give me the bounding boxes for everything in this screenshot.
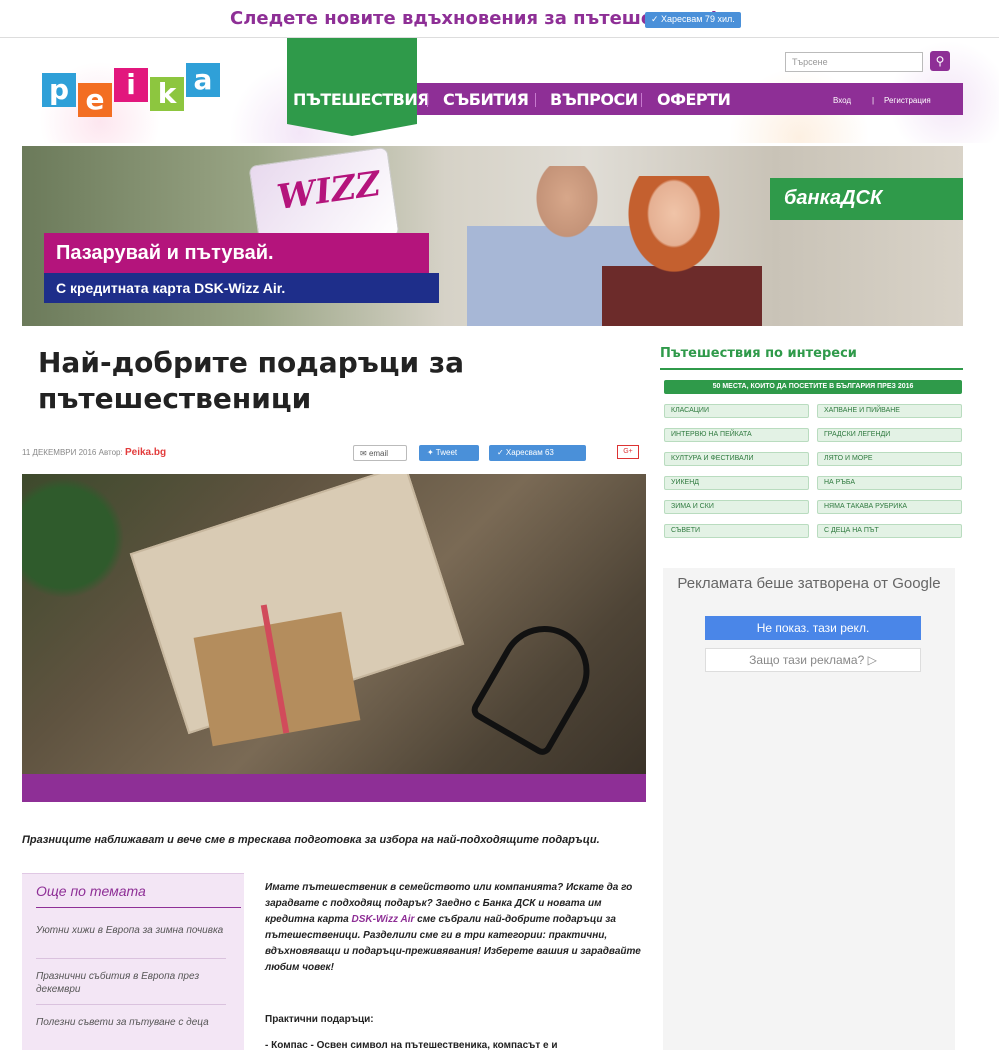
- login-link[interactable]: Вход: [833, 96, 851, 105]
- featured-tag[interactable]: 50 МЕСТА, КОИТО ДА ПОСЕТИТЕ В БЪЛГАРИЯ П…: [664, 380, 962, 394]
- top-promo-bar: Следете новите вдъхновения за пътешестви…: [0, 0, 999, 38]
- ad-closed-message: Рекламата беше затворена от Google: [677, 575, 941, 592]
- article-author[interactable]: Peika.bg: [125, 447, 166, 458]
- bullet-item: - Компас - Освен символ на пътешественик…: [265, 1040, 558, 1050]
- envelope-icon: ✉: [360, 449, 367, 458]
- search-button[interactable]: ⚲: [930, 51, 950, 71]
- interest-tag[interactable]: КЛАСАЦИИ: [664, 404, 809, 418]
- interest-tag[interactable]: ЛЯТО И МОРЕ: [817, 452, 962, 466]
- closed-ad-panel: Рекламата беше затворена от Google Не по…: [663, 568, 955, 1050]
- interest-tag[interactable]: НЯМА ТАКАВА РУБРИКА: [817, 500, 962, 514]
- hero-person-woman: [602, 176, 762, 326]
- facebook-like-button[interactable]: ✓ Харесвам 79 хил.: [645, 12, 741, 28]
- nav-separator: [427, 93, 428, 107]
- tweet-button[interactable]: ✦ Tweet: [419, 445, 479, 461]
- logo-letter: i: [114, 68, 148, 102]
- twitter-bird-icon: ✦: [427, 448, 434, 457]
- dsk-wizz-link[interactable]: DSK-Wizz Air: [352, 914, 415, 925]
- article-meta: 11 ДЕКЕМВРИ 2016 Автор: Peika.bg: [22, 447, 166, 458]
- search-input[interactable]: Търсене: [785, 52, 923, 72]
- divider: [36, 958, 226, 959]
- site-header: p e i k a Търсене ⚲ ПЪТЕШЕСТВИЯ СЪБИТИЯ …: [0, 38, 999, 143]
- nav-item-offers[interactable]: ОФЕРТИ: [657, 90, 731, 109]
- logo-letter: a: [186, 63, 220, 97]
- site-logo[interactable]: p e i k a: [42, 63, 220, 123]
- logo-letter: e: [78, 83, 112, 117]
- nav-item-travel[interactable]: ПЪТЕШЕСТВИЯ: [293, 90, 430, 109]
- interest-tag[interactable]: КУЛТУРА И ФЕСТИВАЛИ: [664, 452, 809, 466]
- article-hero-image: [22, 474, 646, 774]
- related-title: Още по темата: [36, 883, 146, 899]
- register-link[interactable]: Регистрация: [884, 96, 931, 105]
- nav-active-tab: [287, 38, 417, 136]
- interest-tag[interactable]: НА РЪБА: [817, 476, 962, 490]
- share-email-button[interactable]: ✉ email: [353, 445, 407, 461]
- sidebar-title-underline: [660, 368, 963, 370]
- image-caption-bar: [22, 774, 646, 802]
- author-label: Автор:: [98, 448, 123, 457]
- related-articles-box: Още по темата Уютни хижи в Европа за зим…: [22, 873, 244, 1050]
- facebook-like-article-button[interactable]: ✓ Харесвам 63: [489, 445, 586, 461]
- interest-tag[interactable]: ИНТЕРВЮ НА ПЕЙКАТА: [664, 428, 809, 442]
- interest-tag[interactable]: ГРАДСКИ ЛЕГЕНДИ: [817, 428, 962, 442]
- tweet-label: Tweet: [435, 448, 458, 457]
- nav-item-questions[interactable]: ВЪПРОСИ: [550, 90, 638, 109]
- related-link[interactable]: Полезни съвети за пътуване с деца: [36, 1016, 226, 1029]
- related-title-underline: [36, 907, 241, 908]
- section-heading: Практични подаръци:: [265, 1014, 374, 1025]
- auth-separator: |: [872, 96, 875, 105]
- nav-separator: [641, 93, 642, 107]
- article-title: Най-добрите подаръци за пътешественици: [38, 346, 465, 415]
- interest-tag[interactable]: ХАПВАНЕ И ПИЙВАНЕ: [817, 404, 962, 418]
- related-link[interactable]: Празнични събития в Европа през декември: [36, 970, 226, 996]
- hero-ad-banner[interactable]: WIZZ Пазарувай и пътувай. С кредитната к…: [22, 146, 963, 326]
- google-plus-button[interactable]: G+: [617, 445, 639, 459]
- hero-subline: С кредитната карта DSK-Wizz Air.: [44, 273, 439, 303]
- related-link[interactable]: Уютни хижи в Европа за зимна почивка: [36, 924, 226, 937]
- scissors-object: [468, 609, 606, 759]
- nav-separator: [535, 93, 536, 107]
- interest-tag[interactable]: С ДЕЦА НА ПЪТ: [817, 524, 962, 538]
- logo-letter: k: [150, 77, 184, 111]
- interest-tag[interactable]: СЪВЕТИ: [664, 524, 809, 538]
- bank-logo: банкаДСК: [770, 178, 963, 220]
- interest-tag[interactable]: ЗИМА И СКИ: [664, 500, 809, 514]
- interest-tag[interactable]: УИКЕНД: [664, 476, 809, 490]
- hide-ad-button[interactable]: Не показ. тази рекл.: [705, 616, 921, 640]
- sidebar-title: Пътешествия по интереси: [660, 346, 857, 361]
- article-body: Имате пътешественик в семейството или ко…: [265, 880, 651, 976]
- article-date: 11 ДЕКЕМВРИ 2016: [22, 448, 97, 457]
- hero-headline: Пазарувай и пътувай.: [44, 233, 429, 273]
- why-this-ad-button[interactable]: Защо тази реклама? ▷: [705, 648, 921, 672]
- nav-item-events[interactable]: СЪБИТИЯ: [443, 90, 529, 109]
- article-lead: Празниците наближават и вече сме в треск…: [22, 834, 600, 846]
- search-icon: ⚲: [935, 54, 945, 68]
- logo-letter: p: [42, 73, 76, 107]
- share-email-label: email: [368, 449, 389, 458]
- divider: [36, 1004, 226, 1005]
